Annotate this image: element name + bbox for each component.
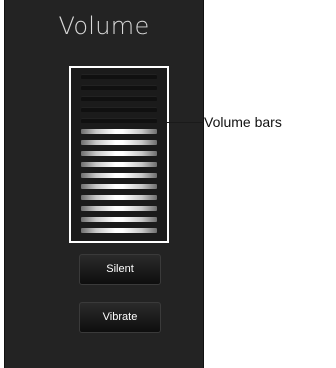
callout-line bbox=[164, 122, 204, 123]
volume-bar[interactable] bbox=[81, 228, 157, 233]
volume-bar[interactable] bbox=[81, 151, 157, 156]
volume-bar[interactable] bbox=[81, 173, 157, 178]
volume-bars-frame[interactable] bbox=[69, 66, 169, 243]
volume-bar[interactable] bbox=[81, 140, 157, 145]
volume-bar[interactable] bbox=[81, 107, 157, 112]
vibrate-button[interactable]: Vibrate bbox=[79, 302, 161, 333]
callout-label: Volume bars bbox=[204, 114, 282, 130]
volume-bar[interactable] bbox=[81, 74, 157, 79]
volume-bar[interactable] bbox=[81, 206, 157, 211]
volume-panel: Volume Silent Vibrate bbox=[4, 0, 204, 368]
volume-bar[interactable] bbox=[81, 96, 157, 101]
volume-bar[interactable] bbox=[81, 129, 157, 134]
volume-bar[interactable] bbox=[81, 162, 157, 167]
volume-bar[interactable] bbox=[81, 195, 157, 200]
volume-bar[interactable] bbox=[81, 217, 157, 222]
silent-button[interactable]: Silent bbox=[79, 254, 161, 285]
panel-title: Volume bbox=[58, 12, 150, 40]
volume-bar[interactable] bbox=[81, 184, 157, 189]
volume-bar[interactable] bbox=[81, 118, 157, 123]
volume-bar[interactable] bbox=[81, 85, 157, 90]
